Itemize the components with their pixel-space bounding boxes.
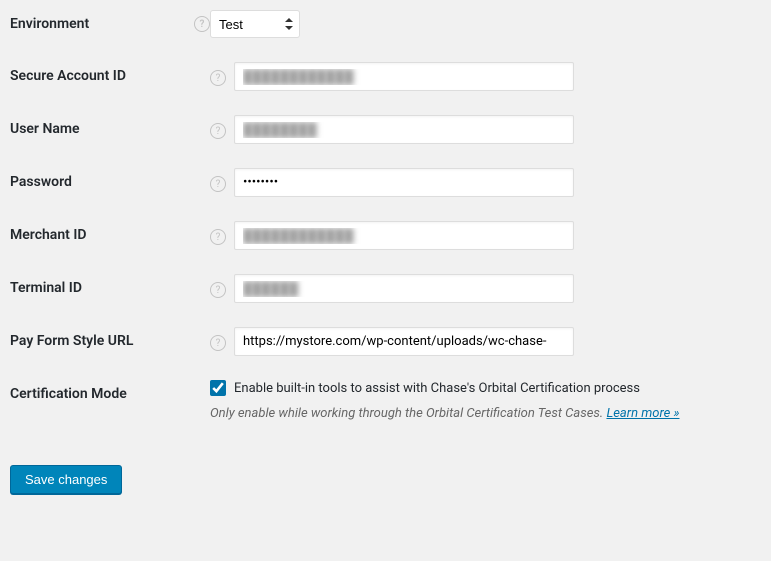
terminal-id-label: Terminal ID xyxy=(10,274,210,296)
certification-mode-label: Certification Mode xyxy=(10,380,210,402)
user-name-input[interactable] xyxy=(234,115,574,144)
user-name-field: ? xyxy=(210,115,761,144)
label-text: Merchant ID xyxy=(10,227,210,243)
merchant-id-row: Merchant ID ? xyxy=(10,221,761,250)
terminal-id-row: Terminal ID ? xyxy=(10,274,761,303)
help-icon[interactable]: ? xyxy=(210,123,226,139)
label-text: Password xyxy=(10,174,210,190)
label-text: User Name xyxy=(10,121,210,137)
certification-mode-checkbox[interactable] xyxy=(210,380,226,396)
checkbox-container: Enable built-in tools to assist with Cha… xyxy=(210,380,679,421)
secure-account-id-field: ? xyxy=(210,62,761,91)
help-icon[interactable]: ? xyxy=(210,335,226,351)
learn-more-link[interactable]: Learn more » xyxy=(606,406,679,421)
help-icon[interactable]: ? xyxy=(210,229,226,245)
help-icon[interactable]: ? xyxy=(210,70,226,86)
password-field: ? xyxy=(210,168,761,197)
certification-mode-field: Enable built-in tools to assist with Cha… xyxy=(210,380,761,421)
password-input[interactable] xyxy=(234,168,574,197)
secure-account-id-row: Secure Account ID ? xyxy=(10,62,761,91)
environment-label: Environment ? xyxy=(10,10,210,32)
pay-form-style-url-input[interactable] xyxy=(234,327,574,356)
checkbox-label-text: Enable built-in tools to assist with Cha… xyxy=(234,381,640,396)
password-label: Password xyxy=(10,168,210,190)
pay-form-style-url-field: ? xyxy=(210,327,761,356)
password-row: Password ? xyxy=(10,168,761,197)
environment-row: Environment ? Test xyxy=(10,10,761,38)
merchant-id-input[interactable] xyxy=(234,221,574,250)
settings-form: Environment ? Test Secure Account ID ? U… xyxy=(10,10,761,421)
checkbox-wrap: Enable built-in tools to assist with Cha… xyxy=(210,380,679,396)
secure-account-id-label: Secure Account ID xyxy=(10,62,210,84)
label-text: Certification Mode xyxy=(10,386,210,402)
user-name-row: User Name ? xyxy=(10,115,761,144)
certification-mode-row: Certification Mode Enable built-in tools… xyxy=(10,380,761,421)
help-icon[interactable]: ? xyxy=(210,282,226,298)
terminal-id-field: ? xyxy=(210,274,761,303)
save-button[interactable]: Save changes xyxy=(10,465,122,494)
label-text: Environment xyxy=(10,16,186,32)
help-icon[interactable]: ? xyxy=(194,16,210,32)
pay-form-style-url-label: Pay Form Style URL xyxy=(10,327,210,349)
merchant-id-label: Merchant ID xyxy=(10,221,210,243)
certification-description: Only enable while working through the Or… xyxy=(210,406,679,421)
label-text: Secure Account ID xyxy=(10,68,210,84)
environment-select[interactable]: Test xyxy=(210,10,300,38)
help-icon[interactable]: ? xyxy=(210,176,226,192)
description-text: Only enable while working through the Or… xyxy=(210,406,603,421)
terminal-id-input[interactable] xyxy=(234,274,574,303)
label-text: Pay Form Style URL xyxy=(10,333,210,349)
secure-account-id-input[interactable] xyxy=(234,62,574,91)
label-text: Terminal ID xyxy=(10,280,210,296)
pay-form-style-url-row: Pay Form Style URL ? xyxy=(10,327,761,356)
user-name-label: User Name xyxy=(10,115,210,137)
environment-field: Test xyxy=(210,10,761,38)
merchant-id-field: ? xyxy=(210,221,761,250)
